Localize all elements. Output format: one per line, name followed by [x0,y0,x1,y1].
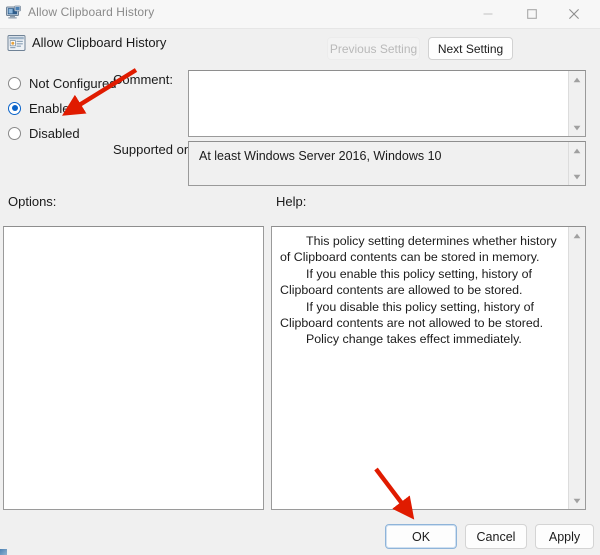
previous-setting-button[interactable]: Previous Setting [327,37,420,60]
apply-button[interactable]: Apply [535,524,594,549]
supported-on-scrollbar[interactable] [568,142,585,185]
radio-indicator-disabled [8,126,21,140]
help-label: Help: [276,194,307,209]
page-title: Allow Clipboard History [32,35,167,50]
window-title: Allow Clipboard History [28,5,155,19]
minimize-button[interactable] [468,0,508,28]
scroll-up-icon[interactable] [569,71,585,88]
options-label: Options: [8,194,57,209]
help-paragraph: This policy setting determines whether h… [280,234,557,265]
comment-label: Comment: [113,72,173,87]
ok-button[interactable]: OK [385,524,457,549]
close-icon [569,9,579,19]
help-paragraph: Policy change takes effect immediately. [306,332,522,347]
help-text: This policy setting determines whether h… [280,233,563,348]
supported-on-label: Supported on: [113,142,195,157]
policy-setting-icon [7,34,26,52]
radio-enabled[interactable]: Enabled [8,99,77,117]
help-panel: This policy setting determines whether h… [271,226,586,510]
radio-label-disabled: Disabled [29,125,80,141]
next-setting-button[interactable]: Next Setting [428,37,513,60]
title-bar: Allow Clipboard History [0,0,600,29]
supported-on-value: At least Windows Server 2016, Windows 10 [199,149,442,163]
radio-indicator-not-configured [8,76,21,90]
radio-indicator-enabled [8,101,21,115]
cancel-button[interactable]: Cancel [465,524,527,549]
comment-scrollbar[interactable] [568,71,585,136]
comment-textarea[interactable] [188,70,586,137]
screen-edge-artifact [0,549,7,555]
radio-label-enabled: Enabled [29,100,77,116]
help-paragraph: If you disable this policy setting, hist… [280,299,544,331]
policy-setting-dialog: Allow Clipboard History Allow Clipboard … [0,0,600,555]
supported-on-field[interactable]: At least Windows Server 2016, Windows 10 [188,141,586,186]
policy-monitor-icon [5,5,22,21]
scroll-up-icon[interactable] [569,227,585,244]
radio-label-not-configured: Not Configured [29,75,117,91]
radio-not-configured[interactable]: Not Configured [8,74,116,92]
scroll-down-icon[interactable] [569,119,585,136]
help-paragraph: If you enable this policy setting, histo… [280,266,532,298]
radio-disabled[interactable]: Disabled [8,124,80,142]
scroll-up-icon[interactable] [569,142,585,159]
scroll-down-icon[interactable] [569,492,585,509]
scroll-down-icon[interactable] [569,168,585,185]
close-button[interactable] [554,0,594,28]
minimize-icon [483,13,493,15]
help-scrollbar[interactable] [568,227,585,509]
options-panel[interactable] [3,226,264,510]
maximize-icon [527,9,537,19]
maximize-button[interactable] [512,0,552,28]
